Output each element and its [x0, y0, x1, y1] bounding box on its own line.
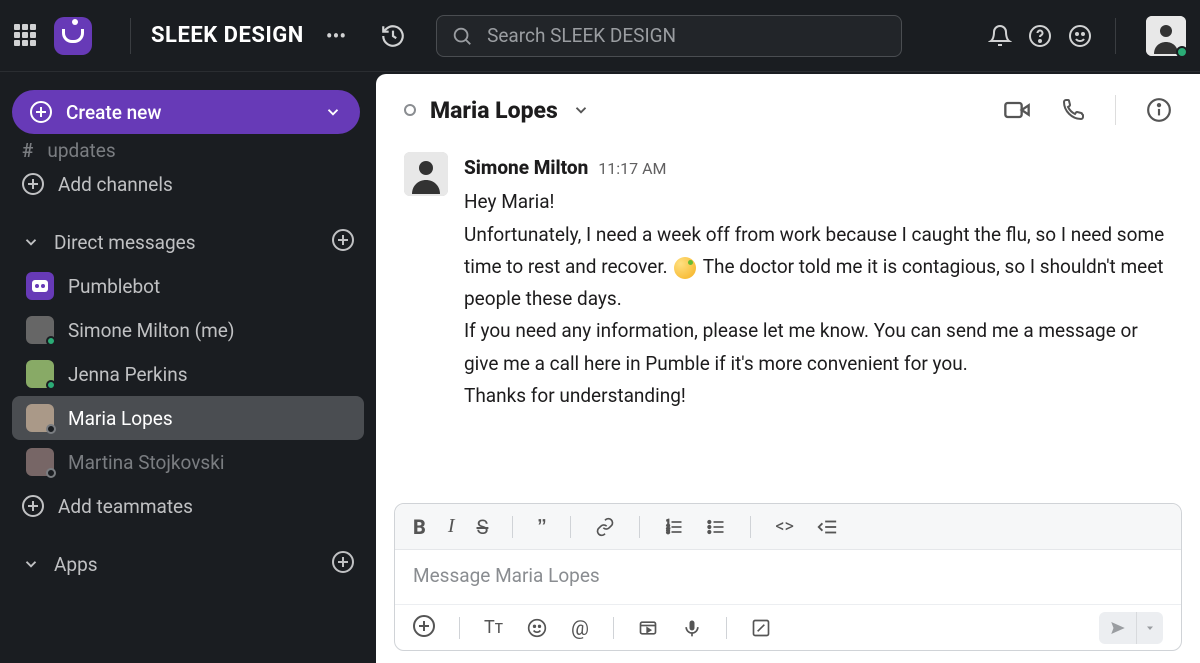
codeblock-icon[interactable] — [816, 516, 838, 538]
dm-item-simone[interactable]: Simone Milton (me) — [12, 308, 364, 352]
app-logo[interactable] — [54, 17, 92, 55]
link-icon[interactable] — [595, 517, 615, 537]
presence-indicator — [1176, 46, 1188, 58]
chevron-down-icon — [324, 103, 342, 121]
plus-icon — [22, 495, 44, 517]
message-input[interactable]: Message Maria Lopes — [395, 550, 1181, 604]
message-area: Simone Milton 11:17 AM Hey Maria! Unfort… — [376, 146, 1200, 495]
chat-title[interactable]: Maria Lopes — [430, 97, 558, 124]
message-line: If you need any information, please let … — [464, 315, 1172, 380]
mention-icon[interactable]: @ — [571, 616, 589, 640]
reactions-icon[interactable] — [1065, 21, 1095, 51]
avatar — [26, 316, 54, 344]
video-clip-icon[interactable] — [638, 618, 658, 638]
message: Simone Milton 11:17 AM Hey Maria! Unfort… — [404, 152, 1172, 412]
add-dm-button[interactable] — [332, 229, 354, 256]
dm-item-jenna[interactable]: Jenna Perkins — [12, 352, 364, 396]
avatar — [26, 360, 54, 388]
message-author[interactable]: Simone Milton — [464, 152, 588, 184]
italic-icon[interactable]: I — [448, 515, 455, 538]
mic-icon[interactable] — [682, 618, 702, 638]
user-avatar[interactable] — [1146, 16, 1186, 56]
text-format-icon[interactable]: Tᴛ — [484, 617, 503, 638]
message-avatar[interactable] — [404, 152, 448, 196]
chat-pane: Maria Lopes — [376, 74, 1200, 663]
message-line: Unfortunately, I need a week off from wo… — [464, 219, 1172, 316]
bullet-list-icon[interactable] — [706, 517, 726, 537]
composer-wrap: B I S ˮ 123 <> Message Maria Lopes — [376, 495, 1200, 663]
send-button-group — [1099, 612, 1163, 644]
plus-icon — [30, 101, 52, 123]
composer-actions: Tᴛ @ — [395, 604, 1181, 650]
send-button[interactable] — [1099, 612, 1137, 644]
workspace-menu-icon[interactable]: ••• — [326, 24, 346, 48]
shortcut-icon[interactable] — [751, 618, 771, 638]
add-teammates-button[interactable]: Add teammates — [8, 484, 368, 528]
code-icon[interactable]: <> — [775, 516, 794, 537]
presence-ring-icon — [404, 104, 416, 116]
dm-item-maria[interactable]: Maria Lopes — [12, 396, 364, 440]
sidebar-item-updates[interactable]: # updates — [8, 138, 368, 162]
message-time: 11:17 AM — [598, 155, 666, 182]
message-line: Thanks for understanding! — [464, 380, 1172, 412]
format-toolbar: B I S ˮ 123 <> — [395, 504, 1181, 550]
info-icon[interactable] — [1146, 97, 1172, 123]
history-icon[interactable] — [378, 21, 408, 51]
send-options-button[interactable] — [1137, 612, 1163, 644]
dm-item-martina[interactable]: Martina Stojkovski — [12, 440, 364, 484]
chevron-down-icon — [22, 555, 40, 573]
svg-text:3: 3 — [667, 529, 670, 535]
audio-call-icon[interactable] — [1061, 98, 1085, 122]
bold-icon[interactable]: B — [413, 515, 426, 539]
avatar — [26, 404, 54, 432]
chat-header: Maria Lopes — [376, 74, 1200, 146]
bot-avatar — [26, 272, 54, 300]
video-call-icon[interactable] — [1003, 96, 1031, 124]
message-line: Hey Maria! — [464, 186, 1172, 218]
create-new-button[interactable]: Create new — [12, 90, 360, 134]
main-layout: Create new # updates Add channels Direct… — [0, 72, 1200, 663]
attach-icon[interactable] — [413, 615, 435, 641]
notifications-icon[interactable] — [985, 21, 1015, 51]
sidebar: Create new # updates Add channels Direct… — [0, 72, 376, 663]
divider — [130, 18, 131, 54]
sick-emoji-icon — [674, 257, 696, 279]
search-input[interactable]: Search SLEEK DESIGN — [436, 15, 902, 57]
dm-item-pumblebot[interactable]: Pumblebot — [12, 264, 364, 308]
apps-launcher-icon[interactable] — [14, 24, 38, 48]
ordered-list-icon[interactable]: 123 — [664, 517, 684, 537]
search-placeholder: Search SLEEK DESIGN — [487, 24, 676, 47]
strike-icon[interactable]: S — [477, 515, 489, 539]
emoji-icon[interactable] — [527, 618, 547, 638]
create-new-label: Create new — [66, 101, 161, 124]
quote-icon[interactable]: ˮ — [537, 516, 546, 537]
workspace-name[interactable]: SLEEK DESIGN — [151, 23, 304, 48]
help-icon[interactable] — [1025, 21, 1055, 51]
apps-section-header[interactable]: Apps — [8, 542, 368, 586]
search-icon — [451, 25, 473, 47]
avatar — [26, 448, 54, 476]
add-app-button[interactable] — [332, 551, 354, 578]
topbar: SLEEK DESIGN ••• Search SLEEK DESIGN — [0, 0, 1200, 72]
divider — [1115, 18, 1116, 54]
add-channels-button[interactable]: Add channels — [8, 162, 368, 206]
chevron-down-icon — [22, 233, 40, 251]
composer: B I S ˮ 123 <> Message Maria Lopes — [394, 503, 1182, 651]
dm-section-header[interactable]: Direct messages — [8, 220, 368, 264]
plus-icon — [22, 173, 44, 195]
chevron-down-icon[interactable] — [572, 101, 590, 119]
